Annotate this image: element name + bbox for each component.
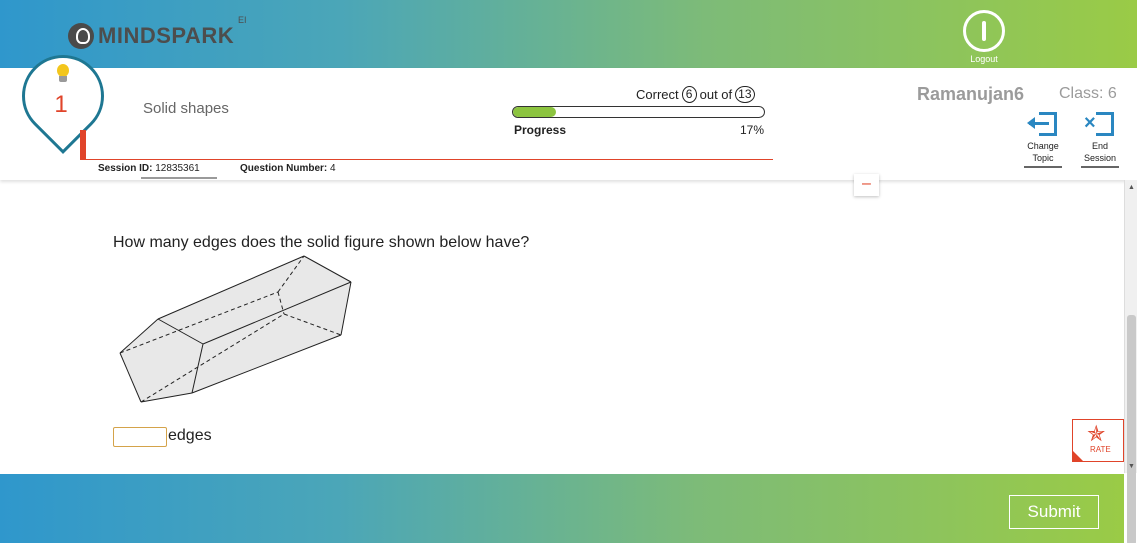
progress-label: Progress bbox=[514, 123, 567, 137]
top-header-bar: MINDSPARK EI Logout bbox=[0, 0, 1137, 68]
change-topic-label-line1: Change bbox=[1027, 141, 1059, 151]
topic-name: Solid shapes bbox=[143, 100, 229, 117]
submit-button[interactable]: Submit bbox=[1009, 495, 1099, 529]
end-session-label-line2: Session bbox=[1083, 153, 1117, 163]
end-session-underline bbox=[1081, 166, 1119, 168]
bulb-icon bbox=[55, 64, 71, 86]
change-topic-label-line2: Topic bbox=[1032, 153, 1054, 163]
vertical-scrollbar[interactable]: ▲ ▼ bbox=[1124, 180, 1137, 543]
mindspark-page: MINDSPARK EI Logout 1 Solid shapes Corre… bbox=[0, 0, 1137, 543]
pentagonal-prism-figure bbox=[119, 255, 352, 403]
badge-accent-stripe bbox=[80, 130, 86, 160]
question-text: How many edges does the solid figure sho… bbox=[113, 234, 530, 251]
username: Ramanujan6 bbox=[917, 84, 1025, 104]
power-icon bbox=[963, 10, 1005, 52]
question-number-label: Question Number: bbox=[240, 163, 328, 174]
session-id: Session ID: 12835361 bbox=[98, 163, 200, 174]
rate-corner bbox=[1073, 451, 1083, 461]
logout-button[interactable]: Logout bbox=[963, 10, 1005, 64]
session-underline bbox=[141, 177, 217, 179]
logo-superscript: EI bbox=[238, 15, 247, 25]
logo-bulb-icon bbox=[68, 23, 94, 49]
rate-label: RATE bbox=[1090, 445, 1111, 454]
score-summary: Correct 6 out of 13 bbox=[636, 86, 755, 103]
change-topic-underline bbox=[1024, 166, 1062, 168]
answer-input[interactable] bbox=[113, 427, 167, 447]
progress-percent: 17% bbox=[739, 123, 764, 137]
total-count: 13 bbox=[735, 86, 755, 103]
progress-fill bbox=[513, 107, 556, 117]
correct-count: 6 bbox=[681, 86, 697, 103]
mindspark-logo: MINDSPARK bbox=[68, 22, 234, 50]
logout-label: Logout bbox=[970, 54, 998, 64]
question-number-value: 4 bbox=[330, 163, 336, 174]
session-id-label: Session ID: bbox=[98, 163, 153, 174]
end-session-button[interactable]: × End Session bbox=[1078, 112, 1122, 168]
change-topic-label: Change Topic bbox=[1021, 140, 1065, 164]
answer-unit: edges bbox=[168, 427, 212, 444]
change-topic-button[interactable]: Change Topic bbox=[1021, 112, 1065, 168]
logo-text: MINDSPARK bbox=[98, 23, 235, 48]
scroll-down-icon[interactable]: ▼ bbox=[1125, 461, 1137, 473]
session-id-value: 12835361 bbox=[155, 163, 200, 174]
change-topic-icon bbox=[1027, 112, 1059, 138]
end-session-icon: × bbox=[1084, 112, 1116, 138]
end-session-label-line1: End bbox=[1091, 141, 1108, 151]
scroll-up-icon[interactable]: ▲ bbox=[1125, 182, 1137, 194]
progress-bar bbox=[512, 106, 765, 118]
collapse-header-button[interactable]: – bbox=[854, 174, 879, 196]
divider-line bbox=[86, 159, 773, 160]
scroll-thumb[interactable] bbox=[1127, 315, 1136, 543]
rate-button[interactable]: ✯ RATE bbox=[1072, 419, 1124, 462]
footer-bar: Submit bbox=[0, 474, 1124, 543]
end-session-label: End Session bbox=[1078, 140, 1122, 164]
topic-badge-number: 1 bbox=[54, 91, 68, 118]
topic-badge: 1 bbox=[22, 55, 104, 137]
class-label: Class: 6 bbox=[1059, 85, 1117, 102]
question-number: Question Number: 4 bbox=[240, 163, 336, 174]
rate-star-icon: ✯ bbox=[1087, 421, 1106, 446]
correct-label: Correct bbox=[636, 87, 679, 102]
out-of-label: out of bbox=[699, 87, 733, 102]
